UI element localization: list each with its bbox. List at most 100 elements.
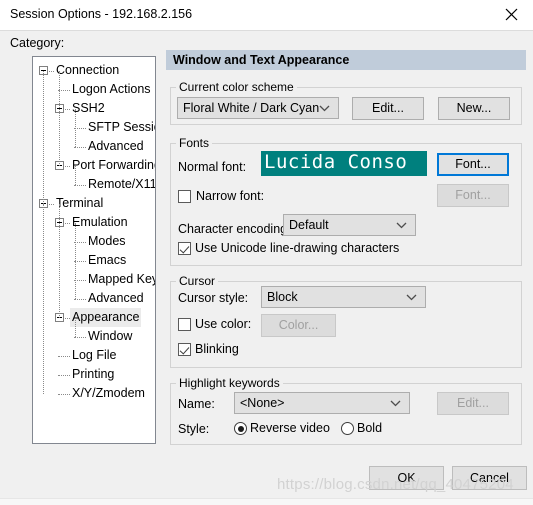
sidebar-item-label: SFTP Session [88, 120, 155, 134]
sidebar-item-label: Emulation [72, 215, 128, 229]
sidebar-item-emacs[interactable]: Emacs [33, 251, 155, 270]
unicode-linedrawing-checkbox[interactable] [178, 242, 191, 255]
sidebar-item-label: Logon Actions [72, 82, 151, 96]
sidebar-item-advanced[interactable]: Advanced [33, 289, 155, 308]
sidebar-item-window[interactable]: Window [33, 327, 155, 346]
sidebar-item-logon-actions[interactable]: Logon Actions [33, 80, 155, 99]
style-bold-label: Bold [357, 421, 383, 435]
highlight-edit-button: Edit... [437, 392, 509, 415]
color-scheme-new-button[interactable]: New... [438, 97, 510, 120]
tree-connector [65, 166, 70, 168]
sidebar-item-label: Printing [72, 367, 115, 381]
color-scheme-value: Floral White / Dark Cyan [183, 101, 320, 115]
window-title: Session Options - 192.168.2.156 [10, 7, 193, 21]
sidebar-item-printing[interactable]: Printing [33, 365, 155, 384]
page-title: Window and Text Appearance [166, 50, 526, 70]
highlight-name-value: <None> [240, 396, 285, 410]
narrow-font-checkbox[interactable] [178, 190, 191, 203]
tree-connector [65, 223, 70, 225]
sidebar-item-label: Window [88, 329, 133, 343]
sidebar-item-label: Log File [72, 348, 117, 362]
ok-button[interactable]: OK [369, 466, 444, 490]
tree-connector [65, 318, 70, 320]
tree-connector [49, 204, 54, 206]
blinking-label: Blinking [195, 342, 239, 356]
use-color-checkbox[interactable] [178, 318, 191, 331]
sidebar-item-label: Advanced [88, 139, 144, 153]
sidebar-item-modes[interactable]: Modes [33, 232, 155, 251]
sidebar-item-remote-x11[interactable]: Remote/X11 [33, 175, 155, 194]
cursor-color-button: Color... [261, 314, 336, 337]
tree-connector [74, 337, 86, 339]
cursor-legend: Cursor [179, 274, 216, 288]
tree-connector [43, 204, 45, 394]
close-button[interactable] [489, 0, 533, 29]
sidebar-item-label: Connection [56, 63, 120, 77]
settings-pane: Window and Text Appearance [166, 50, 526, 70]
tree-connector [74, 147, 86, 149]
sidebar-item-emulation[interactable]: Emulation [33, 213, 155, 232]
character-encoding-combo[interactable]: Default [283, 214, 416, 236]
close-icon [505, 8, 518, 21]
tree-connector [75, 109, 77, 147]
highlight-style-label: Style: [178, 422, 210, 436]
sidebar-item-label: Remote/X11 [88, 177, 156, 191]
character-encoding-label: Character encoding: [178, 222, 291, 236]
sidebar-item-label: X/Y/Zmodem [72, 386, 145, 400]
fonts-legend: Fonts [179, 136, 210, 150]
style-reverse-video-label: Reverse video [250, 421, 330, 435]
tree-connector [65, 109, 70, 111]
tree-connector [74, 299, 86, 301]
cursor-style-value: Block [267, 290, 298, 304]
sidebar-item-advanced[interactable]: Advanced [33, 137, 155, 156]
tree-connector [58, 394, 70, 396]
sidebar-item-port-forwarding[interactable]: Port Forwarding [33, 156, 155, 175]
normal-font-preview: Lucida Conso [261, 151, 427, 176]
chevron-down-icon [319, 98, 330, 118]
normal-font-label: Normal font: [178, 160, 247, 174]
chevron-down-icon [396, 215, 407, 235]
highlight-keywords-legend: Highlight keywords [179, 376, 280, 390]
sidebar-item-appearance[interactable]: Appearance [33, 308, 155, 327]
category-label: Category: [10, 36, 65, 50]
tree-connector [49, 71, 54, 73]
sidebar-item-sftp-session[interactable]: SFTP Session [33, 118, 155, 137]
sidebar-item-label: Mapped Keys [88, 272, 155, 286]
tree-connector [75, 223, 77, 299]
style-bold-radio[interactable] [341, 422, 354, 435]
chevron-down-icon [390, 393, 401, 413]
highlight-name-combo[interactable]: <None> [234, 392, 410, 414]
sidebar-item-ssh2[interactable]: SSH2 [33, 99, 155, 118]
tree-connector [43, 71, 45, 204]
sidebar-item-label: Modes [88, 234, 126, 248]
chevron-down-icon [406, 287, 417, 307]
tree-connector [75, 166, 77, 185]
tree-connector [58, 375, 70, 377]
cursor-style-label: Cursor style: [178, 291, 249, 305]
sidebar-item-label: Appearance [70, 308, 142, 327]
color-scheme-combo[interactable]: Floral White / Dark Cyan [177, 97, 339, 119]
tree-connector [59, 204, 61, 318]
unicode-linedrawing-label: Use Unicode line-drawing characters [195, 241, 400, 255]
sidebar-item-x-y-zmodem[interactable]: X/Y/Zmodem [33, 384, 155, 403]
window-titlebar: Session Options - 192.168.2.156 [0, 0, 533, 31]
cancel-button[interactable]: Cancel [452, 466, 527, 490]
cursor-style-combo[interactable]: Block [261, 286, 426, 308]
highlight-name-label: Name: [178, 397, 215, 411]
use-color-label: Use color: [195, 317, 252, 331]
sidebar-item-mapped-keys[interactable]: Mapped Keys [33, 270, 155, 289]
tree-connector [74, 185, 86, 187]
category-tree[interactable]: Connection Logon Actions SSH2 SFTP Session A… [32, 56, 156, 444]
character-encoding-value: Default [289, 218, 329, 232]
sidebar-item-label: Advanced [88, 291, 144, 305]
normal-font-button[interactable]: Font... [437, 153, 509, 176]
tree-connector [75, 318, 77, 337]
color-scheme-edit-button[interactable]: Edit... [352, 97, 424, 120]
narrow-font-label: Narrow font: [196, 189, 265, 203]
sidebar-item-log-file[interactable]: Log File [33, 346, 155, 365]
sidebar-item-label: Terminal [56, 196, 104, 210]
tree-connector [59, 71, 61, 166]
style-reverse-video-radio[interactable] [234, 422, 247, 435]
color-scheme-legend: Current color scheme [179, 80, 294, 94]
blinking-checkbox[interactable] [178, 343, 191, 356]
